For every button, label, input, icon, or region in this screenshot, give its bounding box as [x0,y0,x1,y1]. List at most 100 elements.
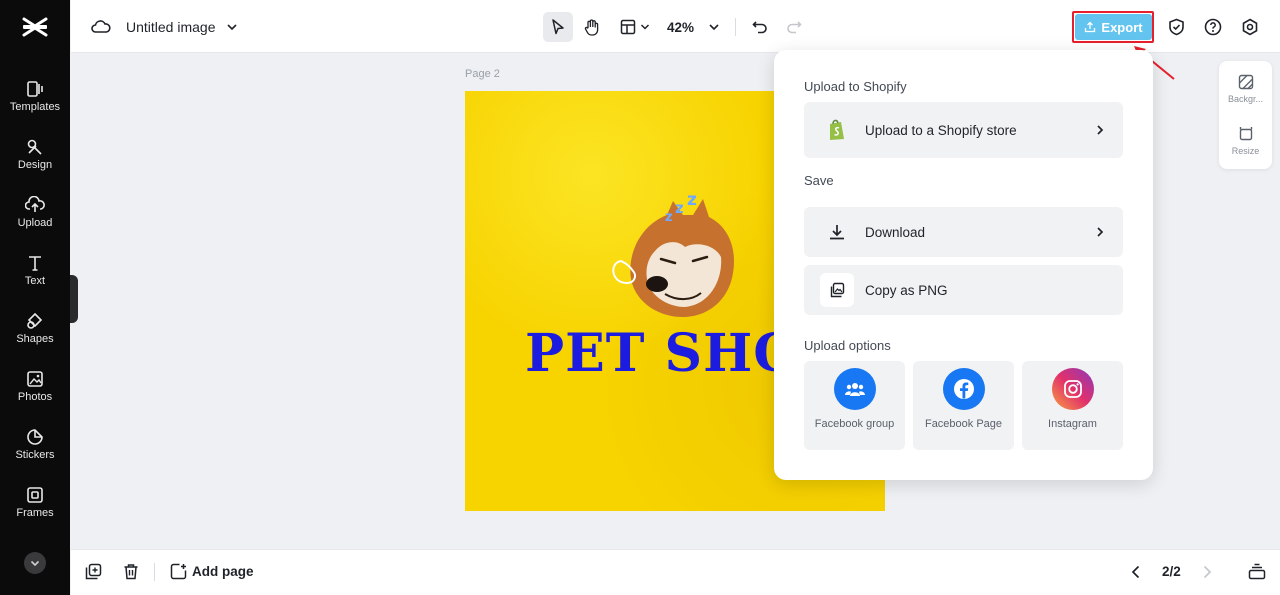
upload-shopify-label: Upload to a Shopify store [865,122,1017,138]
copy-image-icon [820,273,854,307]
sidebar-item-upload[interactable]: Upload [0,196,70,246]
instagram-tile[interactable]: Instagram [1022,361,1123,450]
page-label: Page 2 [465,68,500,80]
document-title: Untitled image [126,19,216,35]
top-toolbar: Untitled image 42% Export [71,0,1280,53]
sidebar-item-photos[interactable]: Photos [0,370,70,420]
cursor-arrow-icon [552,19,564,35]
chevron-down-icon [226,24,237,31]
bottom-toolbar: Add page 2/2 [71,549,1280,595]
export-button[interactable]: Export [1075,14,1152,40]
trash-icon [124,564,138,580]
sidebar-item-frames[interactable]: Frames [0,486,70,536]
facebook-group-tile[interactable]: Facebook group [804,361,905,450]
next-page-button[interactable] [1201,564,1213,580]
facebook-page-label: Facebook Page [924,418,1003,430]
text-icon [29,256,41,271]
zoom-dropdown[interactable]: 42% [667,12,720,42]
right-tool-panel: Backgr... Resize [1219,61,1272,169]
resize-icon [1239,127,1252,141]
export-label: Export [1101,19,1143,35]
page-indicator: 2/2 [1162,564,1181,579]
add-page-button[interactable]: Add page [170,563,254,580]
background-icon [1238,74,1253,90]
capcut-logo-icon[interactable] [22,16,48,38]
photos-icon [27,371,43,387]
layout-menu-button[interactable] [617,12,653,42]
upload-shopify-row[interactable]: Upload to a Shopify store [804,102,1123,158]
chevron-left-icon [1131,565,1140,579]
select-tool-button[interactable] [543,12,573,42]
facebook-icon [942,368,985,410]
background-tool[interactable]: Backgr... [1219,74,1272,104]
svg-text:z: z [665,210,673,225]
sidebar-item-text[interactable]: Text [0,254,70,304]
redo-icon [787,21,802,34]
sidebar-item-stickers[interactable]: Stickers [0,428,70,478]
svg-text:z: z [675,199,684,217]
toolbar-divider [735,18,736,36]
help-button[interactable] [1201,15,1225,39]
chevron-right-icon [1097,227,1104,237]
download-label: Download [865,224,926,240]
copy-png-row[interactable]: Copy as PNG [804,265,1123,315]
sidebar-item-templates[interactable]: Templates [0,80,70,130]
stickers-icon [27,429,43,445]
facebook-group-label: Facebook group [814,418,895,430]
redo-button[interactable] [782,12,806,42]
chevron-down-icon [709,24,719,31]
sidebar-collapse-handle[interactable] [70,275,78,323]
sidebar-label: Photos [17,391,53,403]
shapes-icon [27,312,43,329]
chevron-down-icon [640,24,650,30]
sidebar-label: Shapes [16,333,54,345]
layout-icon [620,19,636,35]
instagram-icon [1051,368,1094,410]
gear-icon [1242,18,1258,36]
frames-icon [27,487,43,503]
copy-png-label: Copy as PNG [865,282,948,298]
sidebar-label: Text [24,275,46,287]
export-dropdown: Upload to Shopify Upload to a Shopify st… [774,50,1153,480]
delete-page-button[interactable] [123,563,139,580]
page-count: 2/2 [1162,564,1181,579]
settings-button[interactable] [1238,15,1262,39]
add-page-label: Add page [192,564,254,579]
page-manager-button[interactable] [1248,563,1266,580]
left-sidebar: Templates Design Upload Text Shapes Phot… [0,0,70,595]
undo-button[interactable] [748,12,772,42]
zoom-level: 42% [667,19,695,35]
document-title-menu[interactable]: Untitled image [126,17,238,37]
download-icon [820,215,854,249]
templates-icon [27,81,43,97]
resize-tool[interactable]: Resize [1219,126,1272,156]
sidebar-label: Templates [9,101,61,113]
chevron-right-icon [1097,125,1104,135]
resize-label: Resize [1231,146,1260,156]
download-row[interactable]: Download [804,207,1123,257]
sidebar-label: Upload [17,217,53,229]
sidebar-label: Stickers [15,449,55,461]
more-apps-button[interactable] [24,552,46,574]
undo-icon [752,21,767,34]
chevron-down-icon [30,560,40,567]
hand-tool-button[interactable] [577,12,607,42]
facebook-page-tile[interactable]: Facebook Page [913,361,1014,450]
sidebar-item-shapes[interactable]: Shapes [0,312,70,362]
shopify-section-title: Upload to Shopify [804,79,907,94]
help-icon [1204,18,1222,36]
save-section-title: Save [804,173,834,188]
svg-text:z: z [687,191,697,210]
instagram-label: Instagram [1048,418,1097,430]
previous-page-button[interactable] [1130,564,1142,580]
shield-icon [1168,18,1184,36]
sidebar-item-design[interactable]: Design [0,138,70,188]
cloud-save-icon[interactable] [91,17,111,37]
shield-button[interactable] [1164,15,1188,39]
chevron-right-icon [1203,565,1212,579]
headline-text[interactable]: PET SHO [525,323,800,384]
duplicate-page-button[interactable] [85,563,102,580]
upload-icon [25,196,45,212]
sleeping-dog-image[interactable]: z z z [605,191,745,321]
shopify-icon [820,113,854,147]
